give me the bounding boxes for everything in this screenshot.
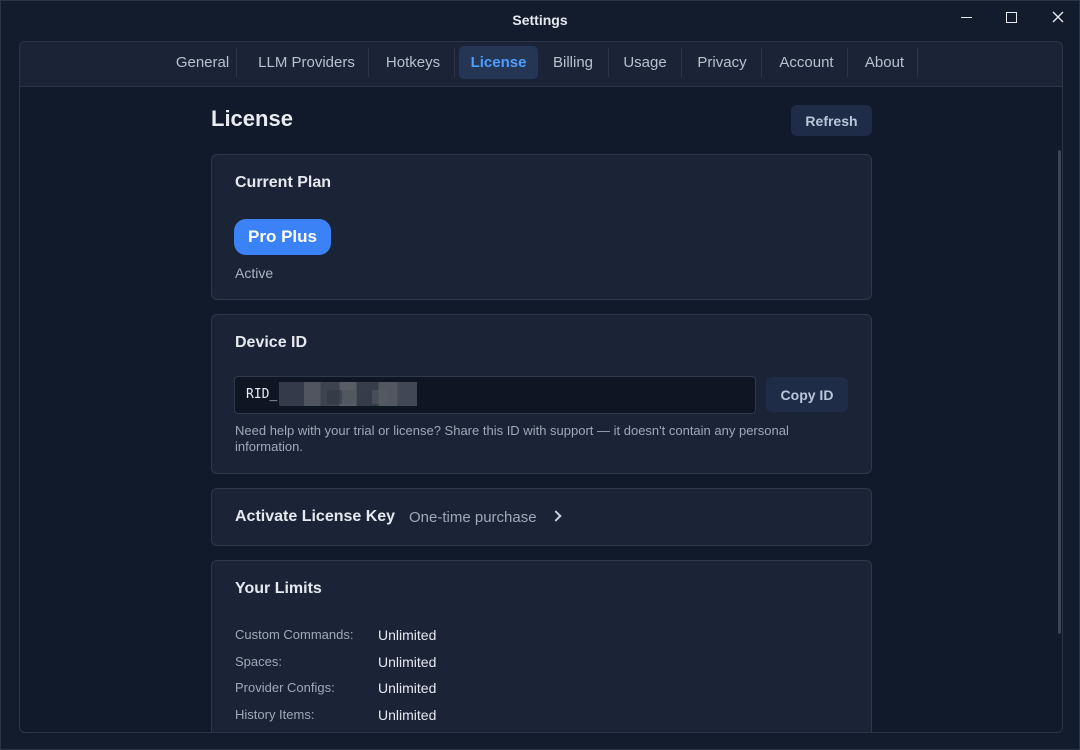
tab-separator xyxy=(608,48,609,77)
tab-about[interactable]: About xyxy=(856,46,913,79)
tab-billing[interactable]: Billing xyxy=(545,46,601,79)
title-bar[interactable]: Settings xyxy=(1,1,1079,41)
tab-separator xyxy=(681,48,682,77)
limit-label-provider-configs: Provider Configs: xyxy=(235,680,335,695)
settings-panel: General LLM Providers Hotkeys License Bi… xyxy=(19,41,1063,733)
copy-id-button[interactable]: Copy ID xyxy=(766,377,848,412)
limit-label-spaces: Spaces: xyxy=(235,654,282,669)
tab-account[interactable]: Account xyxy=(771,46,842,79)
settings-window: Settings General LLM Providers Hotkeys L… xyxy=(0,0,1080,750)
vertical-scrollbar[interactable] xyxy=(1058,150,1061,634)
limit-label-custom-commands: Custom Commands: xyxy=(235,627,354,642)
limits-title: Your Limits xyxy=(235,580,322,597)
chevron-right-icon xyxy=(550,510,562,522)
activate-license-title: Activate License Key xyxy=(235,508,396,525)
tab-bar: General LLM Providers Hotkeys License Bi… xyxy=(20,42,1062,87)
limit-value-history-items: Unlimited xyxy=(378,707,437,723)
limit-value-spaces: Unlimited xyxy=(378,654,437,670)
tab-license[interactable]: License xyxy=(459,46,538,79)
minimize-button[interactable] xyxy=(949,5,983,29)
maximize-icon xyxy=(1005,11,1017,23)
plan-status: Active xyxy=(235,265,274,281)
close-button[interactable] xyxy=(1041,5,1075,29)
device-id-value: RID_ xyxy=(246,387,278,402)
device-id-card: Device ID RID_ Copy ID Need help with yo… xyxy=(211,314,872,474)
device-help-text: Need help with your trial or license? Sh… xyxy=(235,423,789,454)
activate-license-subtitle: One-time purchase xyxy=(409,509,537,526)
tab-general[interactable]: General xyxy=(170,46,235,79)
limits-card: Your Limits Custom Commands: Unlimited S… xyxy=(211,560,872,732)
tab-llm-providers[interactable]: LLM Providers xyxy=(248,46,365,79)
activate-license-row[interactable]: Activate License Key One-time purchase xyxy=(212,489,871,545)
tab-separator xyxy=(761,48,762,77)
device-id-title: Device ID xyxy=(235,334,308,351)
redacted-id-block xyxy=(327,390,387,404)
device-id-field[interactable]: RID_ xyxy=(234,376,756,414)
current-plan-card: Current Plan Pro Plus Active xyxy=(211,154,872,300)
tab-hotkeys[interactable]: Hotkeys xyxy=(378,46,448,79)
page-title: License xyxy=(211,106,293,131)
tab-separator xyxy=(847,48,848,77)
maximize-button[interactable] xyxy=(994,5,1028,29)
minimize-icon xyxy=(960,16,972,18)
limit-value-custom-commands: Unlimited xyxy=(378,627,437,643)
tab-separator xyxy=(917,48,918,77)
tab-separator xyxy=(368,48,369,77)
close-icon xyxy=(1052,11,1064,23)
tab-privacy[interactable]: Privacy xyxy=(688,46,756,79)
activate-license-card: Activate License Key One-time purchase xyxy=(211,488,872,546)
tab-separator xyxy=(454,48,455,77)
tab-usage[interactable]: Usage xyxy=(616,46,674,79)
plan-badge: Pro Plus xyxy=(234,219,331,255)
tab-separator xyxy=(236,48,237,77)
limit-label-history-items: History Items: xyxy=(235,707,315,722)
current-plan-title: Current Plan xyxy=(235,174,332,191)
window-title: Settings xyxy=(512,12,568,28)
limit-value-provider-configs: Unlimited xyxy=(378,680,437,696)
license-page: License Refresh Current Plan Pro Plus Ac… xyxy=(20,88,1062,732)
refresh-button[interactable]: Refresh xyxy=(791,105,872,136)
